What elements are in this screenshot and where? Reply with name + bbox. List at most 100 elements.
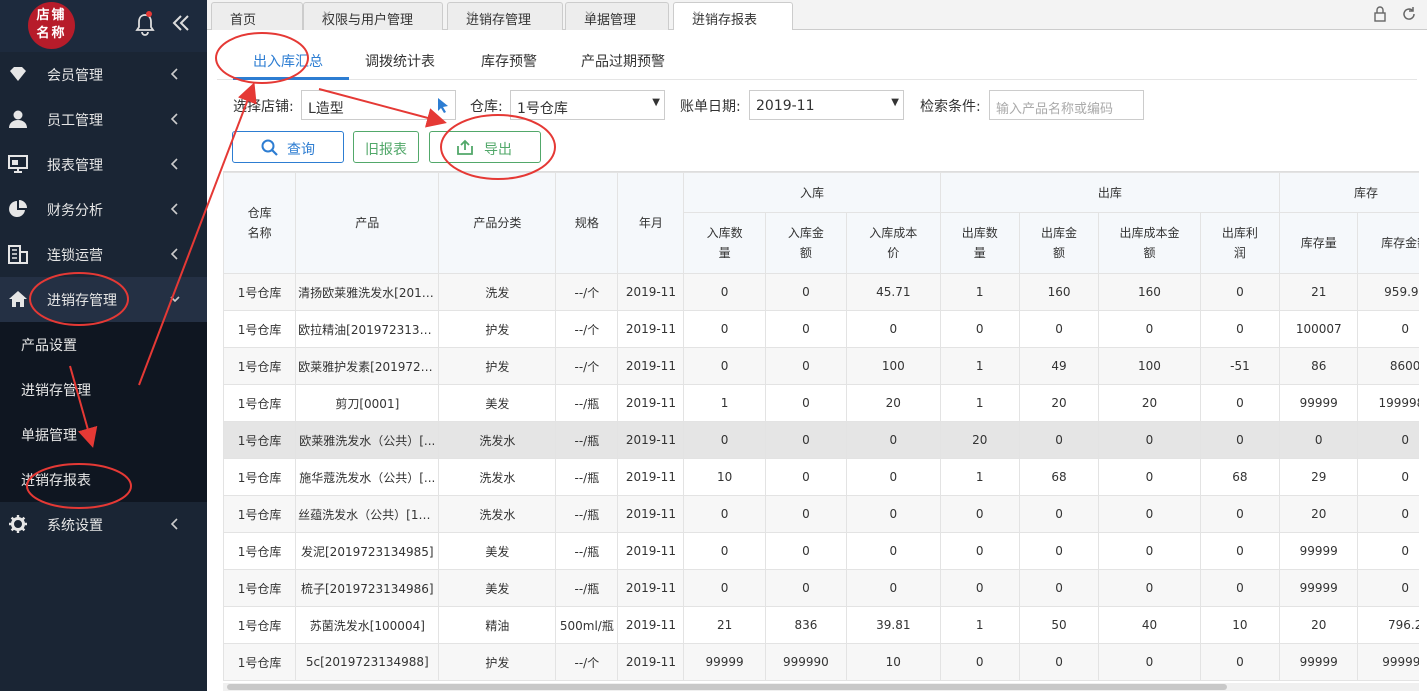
table-cell: 0 (1098, 532, 1201, 570)
table-cell: 0 (939, 532, 1020, 570)
table-cell: 50 (1018, 606, 1100, 644)
table-cell: 欧拉精油[20197231349... (295, 310, 440, 348)
table-cell: 39.81 (846, 606, 941, 644)
table-row[interactable]: 1号仓库 丝蕴洗发水（公共）[10... 洗发水 --/瓶 2019-11 0 0 0 0 0 0 0… (223, 495, 1419, 533)
search-icon (261, 139, 278, 156)
table-cell: 0 (1357, 458, 1419, 496)
sidebar-item-finance[interactable]: 财务分析 (0, 187, 207, 232)
tab-inventory-report[interactable]: 进销存报表 ✕ (673, 2, 793, 30)
sidebar-subitem-inventory-mgmt[interactable]: 进销存管理 (0, 367, 207, 412)
table-cell: 0 (764, 495, 848, 533)
sidebar-item-inventory[interactable]: 进销存管理 (0, 277, 207, 322)
table-cell: 2019-11 (617, 495, 685, 533)
table-cell: 959.91 (1357, 273, 1419, 311)
table-cell: 68 (1018, 458, 1100, 496)
table-row[interactable]: 1号仓库 欧拉精油[20197231349... 护发 --/个 2019-11 0 0 0 0… (223, 310, 1419, 348)
table-row[interactable]: 1号仓库 发泥[2019723134985] 美发 --/瓶 2019-11 0 0 0 0 0 0… (223, 532, 1419, 570)
table-cell: 1 (939, 606, 1020, 644)
export-button[interactable]: 导出 (429, 131, 541, 163)
subtab-expiry-warning[interactable]: 产品过期预警 (581, 51, 665, 71)
sidebar-item-chain[interactable]: 连锁运营 (0, 232, 207, 277)
monitor-icon (8, 155, 28, 173)
table-row[interactable]: 1号仓库 5c[2019723134988] 护发 --/个 2019-11 99999 9… (223, 643, 1419, 681)
date-label: 账单日期: (680, 99, 741, 115)
table-row[interactable]: 1号仓库 欧莱雅护发素[2019723... 护发 --/个 2019-11 0 0 100 1… (223, 347, 1419, 385)
table-row[interactable]: 1号仓库 梳子[2019723134986] 美发 --/瓶 2019-11 0 0 0 0 0 0… (223, 569, 1419, 607)
table-row[interactable]: 1号仓库 苏菌洗发水[100004] 精油 500ml/瓶 2019-11 21 836 39… (223, 606, 1419, 644)
sidebar-subitem-product-settings[interactable]: 产品设置 (0, 322, 207, 367)
search-label: 检索条件: (920, 99, 981, 115)
scrollbar-thumb[interactable] (227, 684, 1227, 690)
col-group-in: 入库 (683, 172, 941, 213)
table-cell: 0 (683, 310, 766, 348)
table-row[interactable]: 1号仓库 欧莱雅洗发水（公共）[... 洗发水 --/瓶 2019-11 0 0 0 20 0 0 0… (223, 421, 1419, 459)
tab-permissions[interactable]: 权限与用户管理 ✕ (303, 2, 443, 30)
tab-inventory-mgmt[interactable]: 进销存管理 ✕ (447, 2, 563, 30)
table-row[interactable]: 1号仓库 清扬欧莱雅洗发水[2019... 洗发 --/个 2019-11 0 0 45.71… (223, 273, 1419, 311)
table-cell: 1号仓库 (223, 421, 297, 459)
table-cell: 护发 (438, 347, 557, 385)
table-cell: 精油 (438, 606, 557, 644)
cursor-pointer-icon[interactable] (435, 96, 451, 114)
close-icon[interactable]: ✕ (692, 8, 782, 22)
lock-icon[interactable] (1373, 6, 1387, 22)
table-row[interactable]: 1号仓库 施华蔻洗发水（公共）[... 洗发水 --/瓶 2019-11 10 0 0 1 68 0… (223, 458, 1419, 496)
col-header-spec: 规格 (555, 172, 619, 274)
report-sub-tabs: 出入库汇总 调拨统计表 库存预警 产品过期预警 (217, 40, 1417, 80)
col-header-out-cost: 出库成本金额 (1098, 212, 1201, 274)
date-select[interactable]: 2019-11 ▼ (749, 90, 904, 120)
table-cell: 29 (1279, 458, 1359, 496)
sidebar-item-reports[interactable]: 报表管理 (0, 142, 207, 187)
chevron-left-icon (170, 68, 178, 80)
table-cell: 0 (1018, 310, 1100, 348)
bell-icon[interactable] (134, 12, 156, 36)
sidebar-subitem-documents[interactable]: 单据管理 (0, 412, 207, 457)
building-icon (8, 245, 28, 264)
tab-home[interactable]: 首页 (211, 2, 303, 30)
table-cell: 99999 (683, 643, 766, 681)
sidebar-item-system[interactable]: 系统设置 (0, 502, 207, 547)
sidebar: 店铺 名称 会员管理 员工管理 报表管理 财务分析 连锁运营 进销存管理 产品设… (0, 0, 207, 691)
search-input[interactable]: 输入产品名称或编码 (989, 90, 1144, 120)
store-select-input[interactable]: L造型 (301, 90, 456, 120)
table-cell: 美发 (438, 569, 557, 607)
close-icon[interactable]: ✕ (584, 8, 658, 22)
table-cell: --/个 (555, 310, 619, 348)
table-cell: 0 (683, 421, 766, 459)
warehouse-select[interactable]: 1号仓库 ▼ (510, 90, 665, 120)
table-cell: 2019-11 (617, 310, 685, 348)
table-cell: 2019-11 (617, 606, 685, 644)
chevron-left-icon (170, 158, 178, 170)
table-cell: 0 (1199, 569, 1281, 607)
table-cell: 0 (1098, 458, 1201, 496)
query-button[interactable]: 查询 (232, 131, 344, 163)
tab-documents[interactable]: 单据管理 ✕ (565, 2, 669, 30)
table-cell: 20 (846, 384, 941, 422)
table-cell: 0 (1199, 273, 1281, 311)
old-report-button[interactable]: 旧报表 (353, 131, 419, 163)
export-icon (457, 139, 473, 155)
table-cell: 1 (683, 384, 766, 422)
table-cell: 999990 (1357, 643, 1419, 681)
table-cell: 1号仓库 (223, 347, 297, 385)
refresh-icon[interactable] (1401, 6, 1417, 22)
close-icon[interactable]: ✕ (322, 8, 432, 22)
subtab-inout-summary[interactable]: 出入库汇总 (253, 51, 323, 71)
sidebar-item-staff[interactable]: 员工管理 (0, 97, 207, 142)
close-icon[interactable]: ✕ (466, 8, 552, 22)
col-header-product: 产品 (295, 172, 440, 274)
user-icon (9, 110, 27, 128)
table-cell: 796.2 (1357, 606, 1419, 644)
table-cell: 0 (846, 569, 941, 607)
table-cell: 洗发水 (438, 421, 557, 459)
table-cell: 10 (1199, 606, 1281, 644)
sidebar-item-member[interactable]: 会员管理 (0, 52, 207, 97)
table-cell: 0 (1018, 532, 1100, 570)
sidebar-subitem-inventory-report[interactable]: 进销存报表 (0, 457, 207, 502)
subtab-transfer-stats[interactable]: 调拨统计表 (365, 51, 435, 71)
table-cell: 20 (1098, 384, 1201, 422)
subtab-stock-warning[interactable]: 库存预警 (481, 51, 537, 71)
table-row[interactable]: 1号仓库 剪刀[0001] 美发 --/瓶 2019-11 1 0 20 1 20 20 0 99999… (223, 384, 1419, 422)
horizontal-scrollbar[interactable] (223, 683, 1419, 691)
collapse-sidebar-icon[interactable] (170, 12, 192, 34)
